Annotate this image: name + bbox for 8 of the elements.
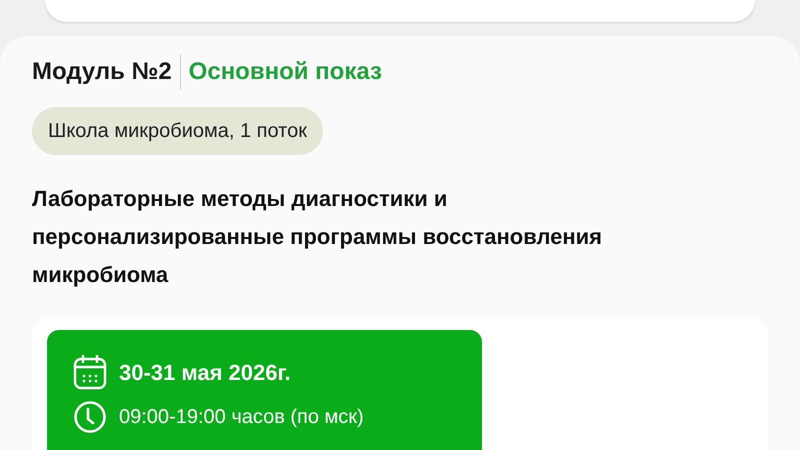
event-time: 09:00-19:00 часов (по мск) bbox=[119, 405, 364, 430]
module-title: Лабораторные методы диагностики и персонализированные программы восстановления микробиома bbox=[32, 185, 604, 289]
event-date: 30-31 мая 2026г. bbox=[119, 358, 291, 386]
course-tag: Школа микробиома, 1 поток bbox=[32, 107, 323, 155]
clock-icon bbox=[73, 400, 107, 434]
calendar-icon bbox=[73, 354, 107, 390]
module-type: Основной показ bbox=[188, 57, 382, 87]
module-number: Модуль №2 bbox=[32, 54, 181, 90]
